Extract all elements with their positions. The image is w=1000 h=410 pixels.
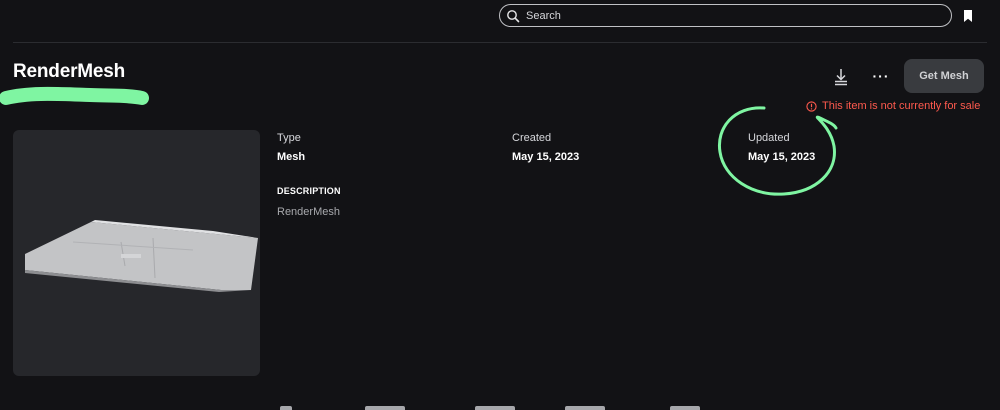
search-input[interactable] bbox=[526, 9, 926, 22]
type-value: Mesh bbox=[277, 151, 306, 163]
warning-icon bbox=[806, 100, 817, 112]
mesh-preview bbox=[25, 220, 258, 292]
tab-fragment[interactable] bbox=[565, 406, 605, 410]
redaction-scribble bbox=[0, 86, 149, 105]
search-icon bbox=[506, 9, 520, 23]
tab-fragment[interactable] bbox=[280, 406, 292, 410]
created-label: Created bbox=[512, 132, 552, 144]
updated-label: Updated bbox=[748, 132, 790, 144]
more-button[interactable]: ··· bbox=[870, 64, 892, 88]
get-mesh-button[interactable]: Get Mesh bbox=[904, 59, 984, 93]
tab-row bbox=[260, 398, 760, 410]
sale-notice: This item is not currently for sale bbox=[806, 100, 980, 112]
tab-fragment[interactable] bbox=[475, 406, 515, 410]
page-title: RenderMesh bbox=[13, 61, 126, 82]
type-label: Type bbox=[277, 132, 301, 144]
download-icon[interactable] bbox=[831, 66, 851, 88]
description-text: RenderMesh bbox=[277, 206, 340, 218]
top-bar bbox=[0, 0, 1000, 42]
tab-fragment[interactable] bbox=[670, 406, 700, 410]
sale-notice-text: This item is not currently for sale bbox=[822, 100, 981, 112]
search-bar[interactable] bbox=[499, 4, 952, 27]
header-divider bbox=[13, 42, 987, 43]
annotation-circle bbox=[717, 106, 838, 196]
tab-fragment[interactable] bbox=[365, 406, 405, 410]
bookmark-icon[interactable] bbox=[962, 9, 974, 23]
description-heading: DESCRIPTION bbox=[277, 186, 341, 196]
updated-value: May 15, 2023 bbox=[748, 151, 816, 163]
created-value: May 15, 2023 bbox=[512, 151, 580, 163]
more-icon: ··· bbox=[872, 68, 890, 84]
item-thumbnail bbox=[13, 130, 260, 376]
